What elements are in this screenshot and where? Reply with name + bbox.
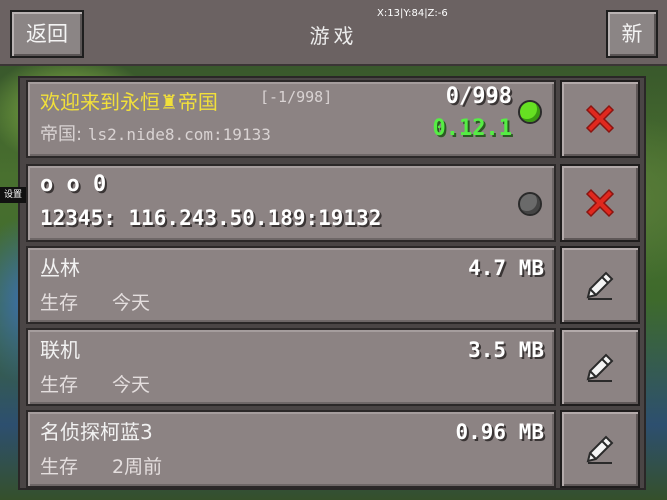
world-game-mode: 生存 (40, 374, 79, 396)
server-player-range: [-1/998] (260, 88, 333, 106)
world-row[interactable]: 名侦探柯蓝3 0.96 MB 生存 2周前 (26, 410, 556, 488)
world-size: 3.5 MB (468, 338, 544, 362)
delete-icon (585, 104, 615, 134)
delete-server-button[interactable] (560, 164, 640, 242)
world-size: 0.96 MB (455, 420, 544, 444)
world-name: 联机 (40, 338, 80, 362)
header-bar: 返回 游戏 X:13|Y:84|Z:-6 新 (0, 0, 667, 66)
world-game-mode: 生存 (40, 456, 79, 478)
server-player-count: 0/998 (445, 84, 512, 109)
server-name: 欢迎来到永恒♜帝国 (40, 90, 218, 114)
server-address-line: 帝国: ls2.nide8.com:19133 (40, 120, 271, 146)
server-address-label: 帝国: (40, 124, 83, 145)
online-status-icon (518, 100, 542, 124)
delete-server-button[interactable] (560, 80, 640, 158)
offline-status-icon (518, 192, 542, 216)
server-name: o o 0 (40, 172, 107, 197)
world-name: 丛林 (40, 256, 80, 280)
edit-world-button[interactable] (560, 328, 640, 406)
world-row[interactable]: 丛林 4.7 MB 生存 今天 (26, 246, 556, 324)
world-last-played: 今天 (112, 292, 151, 314)
coordinates-readout: X:13|Y:84|Z:-6 (377, 8, 448, 19)
world-game-mode: 生存 (40, 292, 79, 314)
edit-icon (586, 353, 614, 382)
edit-icon (586, 271, 614, 300)
world-name: 名侦探柯蓝3 (40, 420, 153, 444)
server-address: ls2.nide8.com:19133 (87, 125, 271, 144)
edit-world-button[interactable] (560, 410, 640, 488)
world-server-list: 欢迎来到永恒♜帝国 [-1/998] 0/998 帝国: ls2.nide8.c… (18, 76, 646, 490)
server-row[interactable]: 欢迎来到永恒♜帝国 [-1/998] 0/998 帝国: ls2.nide8.c… (26, 80, 556, 158)
world-last-played: 2周前 (112, 456, 163, 478)
settings-tab[interactable]: 设置 (0, 187, 26, 203)
edit-icon (586, 435, 614, 464)
delete-icon (585, 188, 615, 218)
edit-world-button[interactable] (560, 246, 640, 324)
server-row[interactable]: o o 0 12345: 116.243.50.189:19132 (26, 164, 556, 242)
world-row[interactable]: 联机 3.5 MB 生存 今天 (26, 328, 556, 406)
server-version: 0.12.1 (432, 116, 512, 141)
world-size: 4.7 MB (468, 256, 544, 280)
world-last-played: 今天 (112, 374, 151, 396)
page-title: 游戏 (309, 24, 358, 48)
new-button[interactable]: 新 (606, 10, 658, 58)
server-address: 12345: 116.243.50.189:19132 (40, 206, 382, 230)
